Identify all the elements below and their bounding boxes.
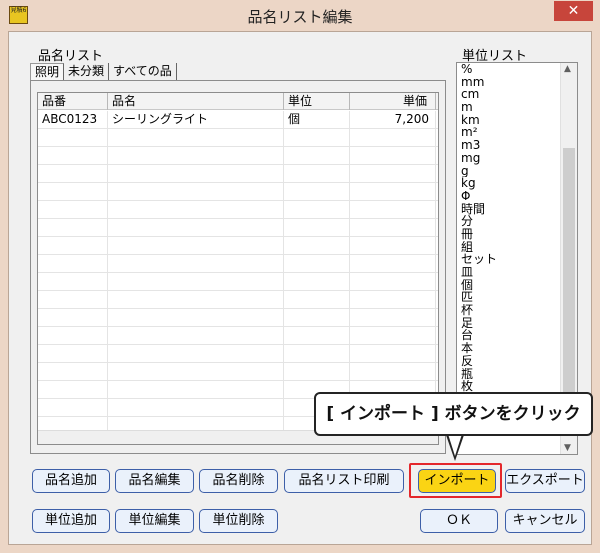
unit-list-item[interactable]: 杯 xyxy=(461,304,557,317)
unit-list-item[interactable]: mm xyxy=(461,76,557,89)
empty-row xyxy=(38,129,438,147)
delete-unit-button[interactable]: 単位削除 xyxy=(199,509,278,533)
unit-list-item[interactable]: kg xyxy=(461,177,557,190)
unit-list-item[interactable]: mg xyxy=(461,152,557,165)
item-list-label: 品名リスト xyxy=(38,49,104,64)
cell-unit: 個 xyxy=(284,111,350,129)
unit-list-item[interactable]: 時間 xyxy=(461,203,557,216)
unit-list-item[interactable]: セット xyxy=(461,253,557,266)
table-row[interactable]: ABC0123 シーリングライト 個 7,200 xyxy=(38,111,438,129)
unit-list-item[interactable]: 足 xyxy=(461,317,557,330)
unit-list-item[interactable]: 匹 xyxy=(461,291,557,304)
unit-list-item[interactable] xyxy=(461,444,557,454)
column-header-price[interactable]: 単価 xyxy=(350,93,436,110)
unit-list-item[interactable]: % xyxy=(461,63,557,76)
scrollbar-thumb[interactable] xyxy=(563,148,575,433)
instruction-callout: [ インポート ] ボタンをクリック xyxy=(314,392,593,436)
empty-row xyxy=(38,183,438,201)
unit-list-item[interactable]: 本 xyxy=(461,342,557,355)
callout-pointer-fill xyxy=(448,434,462,456)
unit-list-item[interactable]: 皿 xyxy=(461,266,557,279)
empty-row xyxy=(38,147,438,165)
window-title: 品名リスト編集 xyxy=(247,8,353,26)
unit-list-item[interactable]: Φ xyxy=(461,190,557,203)
empty-row xyxy=(38,237,438,255)
unit-list-item[interactable]: cm xyxy=(461,88,557,101)
table-header: 品番 品名 単位 単価 xyxy=(38,93,438,110)
empty-row xyxy=(38,345,438,363)
unit-list-item[interactable]: m xyxy=(461,101,557,114)
unit-list-item[interactable]: 組 xyxy=(461,241,557,254)
unit-list-item[interactable]: 個 xyxy=(461,279,557,292)
title-bar[interactable]: 見積6 品名リスト編集 ✕ xyxy=(0,0,600,31)
close-button[interactable]: ✕ xyxy=(554,1,593,21)
unit-list-item[interactable]: 反 xyxy=(461,355,557,368)
cell-code: ABC0123 xyxy=(38,111,108,129)
print-list-button[interactable]: 品名リスト印刷 xyxy=(284,469,404,493)
unit-list-item[interactable]: 枚 xyxy=(461,380,557,393)
unit-list-item[interactable]: m3 xyxy=(461,139,557,152)
empty-row xyxy=(38,309,438,327)
tab-lighting[interactable]: 照明 xyxy=(30,63,65,80)
empty-row xyxy=(38,327,438,345)
add-item-button[interactable]: 品名追加 xyxy=(32,469,110,493)
tab-uncategorized[interactable]: 未分類 xyxy=(64,63,110,80)
column-header-unit[interactable]: 単位 xyxy=(284,93,350,110)
unit-list-item[interactable]: 瓶 xyxy=(461,368,557,381)
unit-list-item[interactable]: 分 xyxy=(461,215,557,228)
cancel-button[interactable]: キャンセル xyxy=(505,509,585,533)
unit-list-item[interactable]: m² xyxy=(461,126,557,139)
empty-row xyxy=(38,219,438,237)
empty-row xyxy=(38,273,438,291)
unit-list-item[interactable]: 冊 xyxy=(461,228,557,241)
unit-list-item[interactable]: g xyxy=(461,165,557,178)
unit-list-item[interactable]: 台 xyxy=(461,329,557,342)
edit-item-button[interactable]: 品名編集 xyxy=(115,469,194,493)
empty-row xyxy=(38,291,438,309)
empty-row xyxy=(38,363,438,381)
edit-unit-button[interactable]: 単位編集 xyxy=(115,509,194,533)
table-body: ABC0123 シーリングライト 個 7,200 xyxy=(38,111,438,435)
column-header-code[interactable]: 品番 xyxy=(38,93,108,110)
scroll-up-arrow-icon[interactable]: ▲ xyxy=(564,64,571,74)
add-unit-button[interactable]: 単位追加 xyxy=(32,509,110,533)
empty-row xyxy=(38,165,438,183)
empty-row xyxy=(38,255,438,273)
column-header-name[interactable]: 品名 xyxy=(108,93,284,110)
delete-item-button[interactable]: 品名削除 xyxy=(199,469,278,493)
cell-price: 7,200 xyxy=(350,111,436,129)
tab-all-items[interactable]: すべての品 xyxy=(109,63,177,80)
export-button[interactable]: エクスポート xyxy=(505,469,585,493)
scroll-down-arrow-icon[interactable]: ▼ xyxy=(564,443,571,453)
ok-button[interactable]: ＯＫ xyxy=(420,509,498,533)
dialog-window: 見積6 品名リスト編集 ✕ 品名リスト 単位リスト 照明 未分類 すべての品 品… xyxy=(0,0,600,553)
category-tabs: 照明 未分類 すべての品 xyxy=(30,63,177,80)
cell-name: シーリングライト xyxy=(108,111,284,129)
unit-list-item[interactable]: km xyxy=(461,114,557,127)
import-highlight-frame xyxy=(409,463,502,498)
empty-row xyxy=(38,201,438,219)
